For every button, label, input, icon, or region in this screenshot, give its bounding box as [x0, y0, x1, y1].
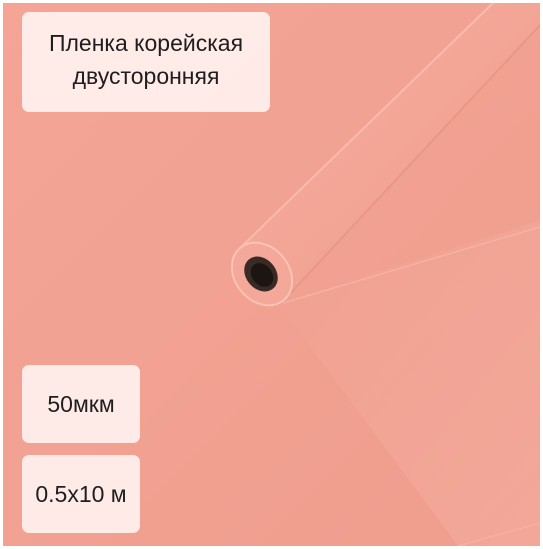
title-line-2: двусторонняя	[72, 63, 220, 89]
thickness-text: 50мкм	[47, 390, 115, 417]
product-title-label: Пленка корейская двусторонняя	[22, 12, 270, 112]
thickness-badge: 50мкм	[22, 365, 140, 443]
product-photo: Пленка корейская двусторонняя 50мкм 0.5х…	[3, 3, 540, 546]
size-badge: 0.5х10 м	[22, 455, 140, 533]
size-text: 0.5х10 м	[35, 480, 127, 507]
title-line-1: Пленка корейская	[48, 30, 244, 56]
